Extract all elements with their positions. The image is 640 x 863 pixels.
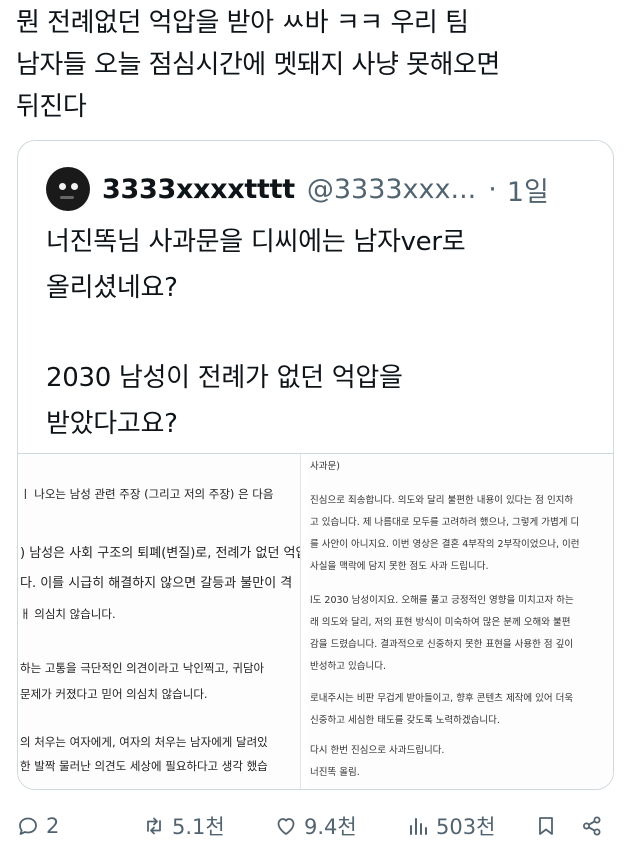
quoted-text-line: 너진똑님 사과문을 디씨에는 남자ver로 [46,227,466,257]
doc-line: 다시 한번 진심으로 사과드립니다. [310,745,445,756]
share-icon [583,816,601,836]
media-image-right-document[interactable]: 사과문) 진심으로 죄송합니다. 의도와 달리 불편한 내용이 있다는 점 인지… [308,454,613,789]
avatar-eye [59,183,66,190]
doc-line: ㅣ 나오는 남성 관련 주장 (그리고 저의 주장) 은 다음 [20,487,274,501]
reply-icon [19,817,37,835]
heart-icon [277,818,295,835]
quoted-tweet-text: 너진똑님 사과문을 디씨에는 남자ver로 올리셨네요? 2030 남성이 전례… [46,219,591,447]
action-bar: 2 5.1천 9.4천 503천 [0,806,640,846]
views-button[interactable]: 503천 [406,806,495,846]
tweet-text-line: 남자들 오늘 점심시간에 멧돼지 사냥 못해오면 [16,50,500,80]
doc-line: ㅐ 의심치 않습니다. [20,607,116,621]
display-name[interactable]: 3333xxxxtttt [102,174,295,205]
avatar[interactable] [46,167,90,211]
like-button[interactable]: 9.4천 [274,806,357,846]
doc-line: 하는 고통을 극단적인 의견이라고 낙인찍고, 귀담아 [20,661,265,675]
doc-line: 다. 이를 시급히 해결하지 않으면 갈등과 불만이 격 [20,576,293,591]
quoted-tweet-card[interactable]: 3333xxxxtttt @3333xxx... · 1일 너진똑님 사과문을 … [17,140,614,790]
doc-line: 로내주시는 비판 무겁게 받아들이고, 향후 콘텐츠 제작에 있어 더욱 [310,693,574,704]
doc-line: l도 2030 남성이지요. 오해를 풀고 긍정적인 영향을 미치고자 하는 [310,595,574,606]
retweet-button[interactable]: 5.1천 [142,806,225,846]
retweet-count: 5.1천 [172,815,225,839]
doc-line: 의 처우는 여자에게, 여자의 처우는 남자에게 달려있 [20,735,268,749]
separator-dot: · [488,173,497,205]
user-handle[interactable]: @3333xxx... [307,174,476,205]
reply-count: 2 [46,814,60,838]
doc-line: 고 있습니다. 제 나름대로 모두를 고려하려 했으나, 그렇게 가볍게 디 [310,517,580,528]
doc-line: 래 의도와 달리, 저의 표현 방식이 미숙하여 많은 분께 오해와 불편 [310,617,571,628]
quoted-tweet-media[interactable]: ㅣ 나오는 남성 관련 주장 (그리고 저의 주장) 은 다음 ) 남성은 사회… [18,453,613,789]
avatar-mouth [60,196,74,199]
doc-line: 감을 드렸습니다. 결과적으로 신중하지 못한 표현을 사용한 점 깊이 [310,639,574,650]
quoted-text-line: 받았다고요? [46,409,178,439]
reply-button[interactable]: 2 [16,806,59,846]
media-image-left-document[interactable]: ㅣ 나오는 남성 관련 주장 (그리고 저의 주장) 은 다음 ) 남성은 사회… [18,454,301,789]
views-icon [410,818,427,835]
doc-line: 를 사안이 아니지요. 이번 영상은 결혼 4부작의 2부작이었으나, 이런 [310,539,580,550]
share-button[interactable] [580,806,604,846]
bookmark-button[interactable] [534,806,558,846]
doc-line: 진심으로 죄송합니다. 의도와 달리 불편한 내용이 있다는 점 인지하 [310,495,574,506]
doc-line: 사과문) [310,461,340,472]
doc-line: 한 발짝 물러난 의견도 세상에 필요하다고 생각 했습 [20,759,268,773]
doc-line: 신중하고 세심한 태도를 갖도록 노력하겠습니다. [310,715,500,726]
like-count: 9.4천 [304,815,357,839]
quoted-text-line: 2030 남성이 전례가 없던 억압을 [46,363,403,393]
views-count: 503천 [436,815,496,839]
avatar-eye [71,183,78,190]
retweet-icon [147,817,161,835]
tweet-text-line: 뭔 전례없던 억압을 받아 ㅆ바 ㅋㅋ 우리 팀 [16,8,469,38]
quoted-text-line: 올리셨네요? [46,273,178,303]
bookmark-icon [539,817,553,835]
tweet-text: 뭔 전례없던 억압을 받아 ㅆ바 ㅋㅋ 우리 팀 남자들 오늘 점심시간에 멧돼… [16,2,624,128]
doc-line: 너진똑 올림. [310,767,360,778]
doc-line: 사실을 맥락에 담지 못한 점도 사과 드립니다. [310,561,489,572]
doc-line: ) 남성은 사회 구조의 퇴폐(변질)로, 전례가 없던 억압 [20,546,301,561]
timestamp[interactable]: 1일 [507,170,549,209]
tweet-text-line: 뒤진다 [16,92,87,122]
quoted-tweet-header: 3333xxxxtttt @3333xxx... · 1일 [46,167,593,211]
doc-line: 문제가 커졌다고 믿어 의심치 않습니다. [20,687,208,701]
doc-line: 반성하고 있습니다. [310,661,386,672]
